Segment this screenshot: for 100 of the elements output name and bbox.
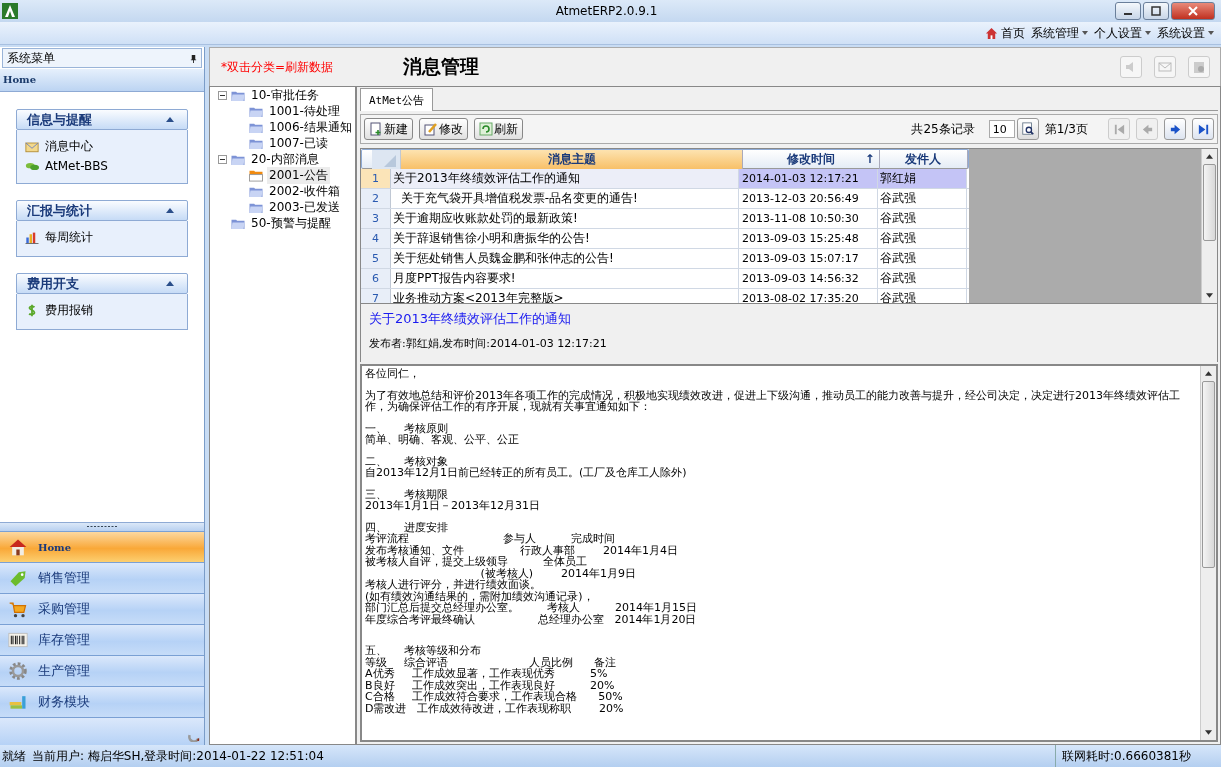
network-latency: 联网耗时:0.6660381秒 <box>1055 745 1221 767</box>
table-cell: 2014-01-03 12:17:21 <box>739 169 878 188</box>
toolbar-button[interactable]: 新建 <box>364 118 413 140</box>
message-text: 四、 进度安排 <box>365 521 450 533</box>
message-text: 各位同仁， <box>365 368 421 380</box>
sidebar-header: 系统菜单 <box>2 48 202 68</box>
group-header[interactable]: 汇报与统计 <box>16 200 188 221</box>
minimize-button[interactable] <box>1115 2 1141 20</box>
scrollbar[interactable] <box>1201 149 1217 303</box>
message-text: 考核人进行评分，并进行绩效面谈。 <box>365 579 542 591</box>
row-number: 7 <box>361 289 391 303</box>
table-row[interactable]: 3 关于逾期应收账款处罚的最新政策! 2013-11-08 10:50:30 谷武强 <box>361 209 969 229</box>
house-icon <box>985 26 998 40</box>
last-arrow-icon <box>1196 122 1210 136</box>
house-icon <box>8 537 28 557</box>
collapse-icon[interactable] <box>218 154 227 164</box>
barcode-icon <box>8 630 28 650</box>
maximize-icon <box>1151 6 1161 16</box>
scrollbar[interactable] <box>1200 366 1216 740</box>
envelope-icon <box>25 140 39 153</box>
edit-icon <box>424 122 438 136</box>
table-cell: 关于充气袋开具增值税发票-品名变更的通告! <box>391 189 739 208</box>
message-text: 为了有效地总结和评价2013年各项工作的完成情况，积极地实现绩效改进，促进上下级沟通，推动员工的能力改善与提升，经公司决定，决定进行2013年终绩效评估工作，为确保评估工作的有序开展，现就有关事宜通知如下： <box>365 389 1181 413</box>
last-page-button[interactable] <box>1192 118 1214 140</box>
table-row[interactable]: 6 月度PPT报告内容要求! 2013-09-03 14:56:32 谷武强 <box>361 269 969 289</box>
tree-item[interactable]: 2002-收件箱 <box>267 182 342 200</box>
tab[interactable]: AtMet公告 <box>360 88 434 111</box>
table-cell: 2013-11-08 10:50:30 <box>739 209 878 228</box>
module-tab[interactable]: 库存管理 <box>0 624 204 655</box>
pin-icon[interactable] <box>190 53 197 63</box>
table-row[interactable]: 2 关于充气袋开具增值税发票-品名变更的通告! 2013-12-03 20:56:49 谷武强 <box>361 189 969 209</box>
message-text: 简单、明确、客观、公平、公正 <box>365 434 520 446</box>
menu-item[interactable]: 系统管理 <box>1028 24 1091 42</box>
tree-item[interactable]: 10-审批任务 <box>249 86 321 104</box>
column-header[interactable]: 修改时间 ↑ <box>742 149 880 169</box>
column-header[interactable]: 消息主题 <box>401 149 743 169</box>
message-text: 考评流程 参与人 完成时间 <box>365 533 617 545</box>
toolbar-button[interactable]: 刷新 <box>474 118 523 140</box>
table-row[interactable]: 5 关于惩处销售人员魏金鹏和张仲志的公告! 2013-09-03 15:07:17 谷武强 <box>361 249 969 269</box>
gear-icon <box>8 661 28 681</box>
page-title: 消息管理 <box>403 54 479 79</box>
tree-item[interactable]: 20-内部消息 <box>249 150 321 168</box>
page-size-field[interactable]: 10 <box>988 120 1015 138</box>
table-row[interactable]: 1 关于2013年终绩效评估工作的通知 2014-01-03 12:17:21 郭红娟 <box>361 169 969 189</box>
menu-link[interactable]: AtMet-BBS <box>25 159 179 173</box>
collapse-icon <box>166 281 174 286</box>
scroll-up-icon[interactable] <box>1205 371 1212 376</box>
column-header[interactable]: 发件人 <box>879 149 968 169</box>
record-count: 共25条记录 <box>911 120 975 138</box>
message-text: 年度综合考评最终确认 总经理办公室 2014年1月20日 <box>365 613 698 625</box>
toolbar-button[interactable]: 修改 <box>419 118 468 140</box>
menu-item[interactable]: 个人设置 <box>1091 24 1154 42</box>
row-number: 5 <box>361 249 391 268</box>
collapse-icon[interactable] <box>218 90 227 100</box>
user-info: 当前用户: 梅启华SH,登录时间:2014-01-22 12:51:04 <box>32 747 324 765</box>
scroll-down-icon[interactable] <box>1205 730 1212 735</box>
scroll-up-icon[interactable] <box>1206 154 1213 159</box>
module-tab[interactable]: Home <box>0 531 204 562</box>
app-logo-icon <box>2 3 18 19</box>
menu-item[interactable]: 首页 <box>982 24 1028 42</box>
menu-item[interactable]: 系统设置 <box>1154 24 1217 42</box>
module-tab[interactable]: 采购管理 <box>0 593 204 624</box>
message-text: (被考核人) 2014年1月9日 <box>480 567 637 579</box>
search-button[interactable] <box>1016 118 1039 140</box>
row-number: 1 <box>361 169 391 188</box>
table-cell: 谷武强 <box>878 229 967 248</box>
group-header[interactable]: 费用开支 <box>16 273 188 294</box>
row-number: 6 <box>361 269 391 288</box>
message-text: C合格 工作成效符合要求，工作表现合格 50% <box>365 691 624 703</box>
group-header[interactable]: 信息与提醒 <box>16 109 188 130</box>
search-icon <box>1020 122 1035 136</box>
menu-link[interactable]: 消息中心 <box>25 138 179 155</box>
refresh-hint: *双击分类=刷新数据 <box>221 58 335 76</box>
module-tab[interactable]: 生产管理 <box>0 655 204 686</box>
table-cell: 关于辞退销售徐小明和唐振华的公告! <box>391 229 739 248</box>
table-cell: 2013-09-03 15:07:17 <box>739 249 878 268</box>
document-icon <box>1192 60 1206 74</box>
module-tab[interactable]: 销售管理 <box>0 562 204 593</box>
collapse-icon <box>166 208 174 213</box>
price-tag-icon <box>8 568 28 588</box>
message-text: A优秀 工作成效显著，工作表现优秀 5% <box>365 668 608 680</box>
scroll-down-icon[interactable] <box>1206 293 1213 298</box>
tree-item[interactable]: 50-预警与提醒 <box>249 214 333 232</box>
message-text: 发布考核通知、文件 行政人事部 2014年1月4日 <box>365 544 679 556</box>
message-text: 等级 综合评语 人员比例 备注 <box>365 656 617 668</box>
message-text: 五、 考核等级和分布 <box>365 645 483 657</box>
tree-item[interactable]: 2001-公告 <box>267 166 330 184</box>
next-page-button[interactable] <box>1164 118 1186 140</box>
tree-item[interactable]: 1007-已读 <box>267 134 330 152</box>
close-icon <box>1188 6 1198 16</box>
table-cell: 谷武强 <box>878 269 967 288</box>
tree-item[interactable]: 2003-已发送 <box>267 198 342 216</box>
table-cell: 郭红娟 <box>878 169 967 188</box>
module-tab[interactable]: 财务模块 <box>0 686 204 717</box>
close-button[interactable] <box>1171 2 1215 20</box>
row-number: 4 <box>361 229 391 248</box>
table-row[interactable]: 4 关于辞退销售徐小明和唐振华的公告! 2013-09-03 15:25:48 谷武强 <box>361 229 969 249</box>
tree-item[interactable]: 1006-结果通知 <box>267 118 354 136</box>
maximize-button[interactable] <box>1143 2 1169 20</box>
tree-item[interactable]: 1001-待处理 <box>267 102 342 120</box>
